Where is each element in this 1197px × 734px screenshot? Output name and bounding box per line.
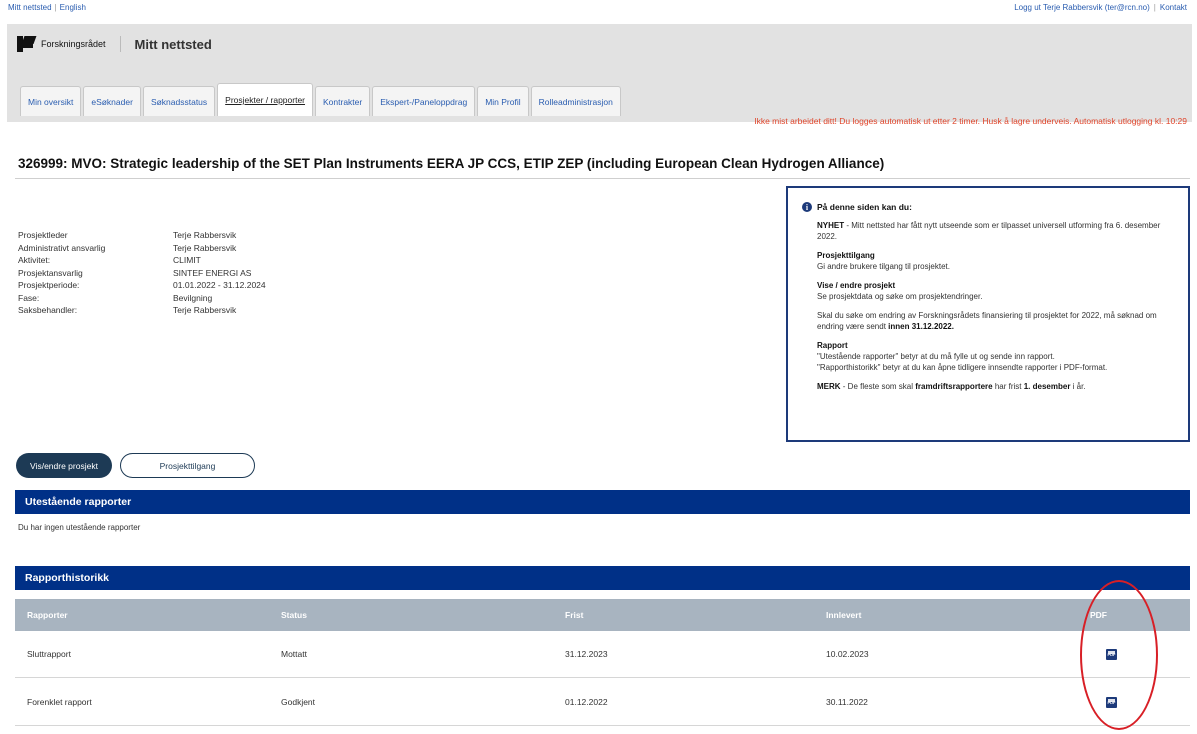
utility-links-left: Mitt nettsted | English	[8, 3, 86, 12]
info-change-deadline: innen 31.12.2022.	[888, 322, 954, 331]
info-heading: i På denne siden kan du:	[802, 202, 1172, 212]
project-details: Prosjektleder Terje Rabbersvik Administra…	[18, 230, 266, 318]
info-view-text: Se prosjektdata og søke om prosjektendri…	[817, 292, 983, 301]
report-table-header: Rapporter Status Frist Innlevert PDF	[15, 599, 1190, 631]
detail-row: Fase: Bevilgning	[18, 293, 266, 306]
detail-label: Prosjektperiode:	[18, 280, 80, 290]
detail-row: Saksbehandler: Terje Rabbersvik	[18, 305, 266, 318]
detail-label: Fase:	[18, 292, 40, 303]
session-timeout-notice: Ikke mist arbeidet ditt! Du logges autom…	[754, 116, 1187, 126]
link-english[interactable]: English	[60, 3, 86, 12]
link-mitt-nettsted[interactable]: Mitt nettsted	[8, 3, 52, 12]
logout-link[interactable]: Logg ut Terje Rabbersvik (ter@rcn.no)	[1014, 3, 1150, 12]
column-submitted: Innlevert	[826, 610, 862, 620]
detail-label: Aktivitet:	[18, 255, 51, 265]
info-report-title: Rapport	[817, 341, 848, 350]
info-report-line2: "Rapporthistorikk" betyr at du kan åpne …	[817, 363, 1108, 372]
site-header: Forskningsrådet Mitt nettsted Min oversi…	[7, 24, 1192, 122]
cell-submitted: 10.02.2023	[826, 649, 869, 659]
main-tabs: Min oversikt eSøknader Søknadsstatus Pro…	[20, 83, 621, 116]
detail-label: Prosjektansvarlig	[18, 267, 83, 278]
info-box: i På denne siden kan du: NYHET - Mitt ne…	[786, 186, 1190, 442]
brand-name: Forskningsrådet	[41, 39, 106, 49]
info-merk-text3: i år.	[1070, 382, 1086, 391]
report-history-header: Rapporthistorikk	[15, 566, 1190, 590]
cell-deadline: 01.12.2022	[565, 697, 608, 707]
info-change: Skal du søke om endring av Forskningsråd…	[817, 310, 1172, 332]
cell-status: Godkjent	[281, 697, 316, 707]
utility-links-right: Logg ut Terje Rabbersvik (ter@rcn.no) | Ko…	[1014, 3, 1187, 12]
brand-divider	[119, 36, 121, 52]
contact-link[interactable]: Kontakt	[1160, 3, 1187, 12]
table-row: Forenklet rapport Godkjent 01.12.2022 30…	[15, 679, 1190, 726]
cell-report: Sluttrapport	[27, 649, 71, 659]
info-heading-text: På denne siden kan du:	[817, 202, 912, 212]
info-body: NYHET - Mitt nettsted har fått nytt utse…	[802, 220, 1172, 392]
detail-row: Administrativt ansvarlig Terje Rabbersvik	[18, 243, 266, 256]
table-row: Sluttrapport Mottatt 31.12.2023 10.02.20…	[15, 631, 1190, 678]
detail-value: CLIMIT	[173, 255, 201, 265]
project-access-button[interactable]: Prosjekttilgang	[120, 453, 255, 478]
cell-submitted: 30.11.2022	[826, 697, 868, 707]
brand: Forskningsrådet Mitt nettsted	[17, 36, 212, 52]
info-news: NYHET - Mitt nettsted har fått nytt utse…	[817, 220, 1172, 242]
column-deadline: Frist	[565, 610, 584, 620]
cell-deadline: 31.12.2023	[565, 649, 608, 659]
detail-value: Terje Rabbersvik	[173, 305, 237, 315]
detail-value: SINTEF ENERGI AS	[173, 267, 252, 278]
column-reports: Rapporter	[27, 610, 68, 620]
page-title: 326999: MVO: Strategic leadership of the…	[18, 156, 885, 171]
tab-min-oversikt[interactable]: Min oversikt	[20, 86, 82, 116]
cell-status: Mottatt	[281, 649, 307, 659]
info-merk-bold3: 1. desember	[1023, 382, 1071, 391]
info-report-line1: "Utestående rapporter" betyr at du må fy…	[817, 352, 1055, 361]
detail-value: Terje Rabbersvik	[173, 230, 237, 240]
utility-bar: Mitt nettsted | English Logg ut Terje Rabb…	[0, 0, 1197, 24]
detail-label: Prosjektleder	[18, 230, 68, 240]
detail-label: Saksbehandler:	[18, 305, 78, 315]
detail-value: Terje Rabbersvik	[173, 242, 237, 253]
info-icon: i	[802, 202, 812, 212]
info-merk-text2: har frist	[992, 382, 1024, 391]
tab-soknadsstatus[interactable]: Søknadsstatus	[142, 86, 216, 116]
info-merk-text1: - De fleste som skal	[840, 382, 916, 391]
info-news-label: NYHET	[817, 221, 845, 230]
info-access-title: Prosjekttilgang	[817, 251, 875, 260]
info-access: Prosjekttilgang Gi andre brukere tilgang …	[817, 250, 1172, 272]
tab-ekspert-paneloppdrag[interactable]: Ekspert-/Paneloppdrag	[372, 86, 476, 116]
tab-min-profil[interactable]: Min Profil	[477, 86, 529, 116]
info-merk: MERK - De fleste som skal framdriftsrapp…	[817, 381, 1172, 392]
detail-value: Bevilgning	[173, 292, 213, 303]
title-divider	[15, 178, 1190, 179]
tab-kontrakter[interactable]: Kontrakter	[315, 86, 371, 116]
view-edit-project-button[interactable]: Vis/endre prosjekt	[16, 453, 112, 478]
tab-prosjekter-rapporter[interactable]: Prosjekter / rapporter	[217, 83, 314, 116]
outstanding-reports-header: Utestående rapporter	[15, 490, 1190, 514]
detail-row: Aktivitet: CLIMIT	[18, 255, 266, 268]
info-view-title: Vise / endre prosjekt	[817, 281, 896, 290]
tab-esoknader[interactable]: eSøknader	[83, 86, 141, 116]
annotation-circle	[1080, 580, 1158, 730]
detail-row: Prosjektperiode: 01.01.2022 - 31.12.2024	[18, 280, 266, 293]
tab-rolleadministrasjon[interactable]: Rolleadministrasjon	[530, 86, 621, 116]
site-title: Mitt nettsted	[134, 36, 212, 52]
cell-report: Forenklet rapport	[27, 697, 92, 707]
detail-row: Prosjektleder Terje Rabbersvik	[18, 230, 266, 243]
info-merk-label: MERK	[817, 382, 841, 391]
detail-value: 01.01.2022 - 31.12.2024	[173, 280, 266, 290]
detail-label: Administrativt ansvarlig	[18, 242, 106, 253]
detail-row: Prosjektansvarlig SINTEF ENERGI AS	[18, 268, 266, 281]
info-news-text: - Mitt nettsted har fått nytt utseende s…	[817, 221, 1161, 241]
outstanding-reports-empty: Du har ingen utestående rapporter	[18, 523, 141, 532]
column-status: Status	[281, 610, 307, 620]
info-change-text: Skal du søke om endring av Forskningsråd…	[817, 311, 1157, 331]
info-access-text: Gi andre brukere tilgang til prosjektet.	[817, 262, 950, 271]
info-merk-bold2: framdriftsrapportere	[915, 382, 993, 391]
forskningsradet-logo[interactable]	[17, 36, 37, 52]
info-view: Vise / endre prosjekt Se prosjektdata og …	[817, 280, 1172, 302]
info-report: Rapport "Utestående rapporter" betyr at d…	[817, 340, 1172, 373]
